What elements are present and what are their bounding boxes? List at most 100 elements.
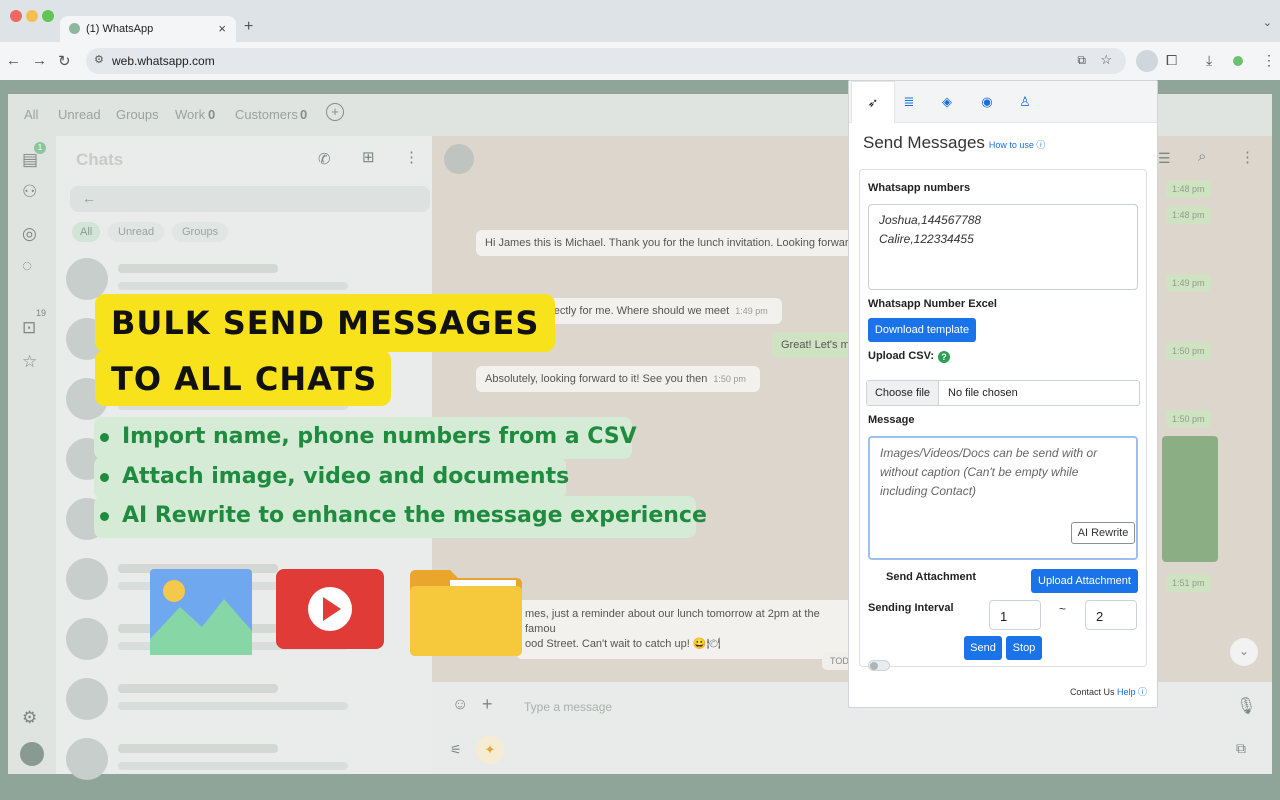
forward-icon[interactable]: → (32, 52, 47, 69)
reload-icon[interactable]: ↻ (58, 52, 71, 70)
audio-icon[interactable]: ◈ (925, 81, 969, 123)
ai-sparkle-icon[interactable]: ✦ (476, 736, 504, 764)
list-item[interactable] (66, 734, 422, 784)
chats-icon[interactable]: ▤ (22, 150, 38, 170)
attach-icon[interactable]: + (482, 694, 493, 715)
numbers-textarea[interactable]: Joshua,144567788 Calire,122334455 (868, 204, 1138, 290)
extension-active-icon[interactable] (1136, 50, 1158, 72)
feature-item: Import name, phone numbers from a CSV (94, 417, 637, 459)
download-icon[interactable]: ⤓ (1206, 52, 1212, 69)
settings-icon[interactable]: ⚙ (22, 708, 37, 728)
upload-attachment-button[interactable]: Upload Attachment (1031, 569, 1138, 593)
list-item[interactable] (66, 674, 422, 724)
address-bar[interactable]: ⚙ web.whatsapp.com ⧉ ☆ (86, 48, 1126, 74)
contact-us-link[interactable]: Contact Us (1070, 687, 1115, 697)
filter-work[interactable]: Work (175, 107, 205, 122)
interval-from-input[interactable]: 1 (989, 600, 1041, 630)
tab-list-icon[interactable]: ⌄ (1263, 16, 1272, 29)
message-text: Great! Let's m (781, 339, 850, 351)
send-form: Whatsapp numbers Joshua,144567788 Calire… (859, 169, 1147, 671)
video-file-icon (276, 569, 384, 649)
more-options-icon[interactable]: ⋮ (1240, 148, 1255, 166)
download-template-button[interactable]: Download template (868, 318, 976, 342)
send-attachment-toggle[interactable] (868, 660, 890, 671)
message-label: Message (868, 414, 915, 426)
interval-to-input[interactable]: 2 (1085, 600, 1137, 630)
communities-icon[interactable]: ⚇ (22, 182, 37, 202)
microphone-icon[interactable]: 🎙 (1236, 696, 1256, 716)
filter-all[interactable]: All (24, 107, 38, 122)
folder-icon (410, 570, 522, 656)
unread-badge: 1 (34, 142, 46, 154)
chip-all[interactable]: All (72, 222, 101, 242)
scroll-down-button[interactable]: ⌄ (1230, 638, 1258, 666)
message-text: rfectly for me. Where should we meet (547, 305, 730, 317)
filter-customers[interactable]: Customers (235, 107, 298, 122)
formatting-icon[interactable]: ⚟ (450, 742, 462, 758)
tab-title: (1) WhatsApp (86, 23, 154, 35)
message-bubble: Absolutely, looking forward to it! See y… (476, 366, 760, 392)
message-bubble: Hi James this is Michael. Thank you for … (476, 230, 860, 256)
help-icon[interactable]: ? (938, 351, 950, 363)
maximize-window-icon[interactable] (42, 10, 54, 22)
message-time: 1:48 pm (1166, 206, 1211, 224)
promo-headline-line-2: TO ALL CHATS (95, 350, 391, 406)
promo-headline-text: TO ALL CHATS (111, 360, 378, 398)
feature-item: Attach image, video and documents (94, 457, 569, 499)
archive-icon[interactable]: ⊡ (22, 318, 36, 338)
choose-file-button[interactable]: Choose file (867, 381, 939, 405)
message-time: 1:50 pm (1166, 410, 1211, 428)
filter-customers-count: 0 (300, 107, 308, 122)
site-settings-icon[interactable]: ⚙ (94, 53, 104, 66)
send-button[interactable]: Send (964, 636, 1002, 660)
back-icon[interactable]: ← (6, 52, 21, 69)
starred-icon[interactable]: ☆ (22, 352, 37, 372)
add-filter-button[interactable]: + (326, 103, 344, 121)
sticker-image[interactable] (1162, 436, 1218, 562)
extension-title: Send Messages How to use ⓘ (863, 133, 1045, 153)
new-tab-button[interactable]: + (244, 18, 253, 36)
message-input[interactable]: Type a message (524, 700, 612, 714)
chip-unread[interactable]: Unread (108, 222, 165, 242)
file-status: No file chosen (948, 387, 1018, 399)
new-call-icon[interactable]: ✆ (318, 150, 331, 168)
copy-icon[interactable]: ⧉ (1236, 740, 1246, 757)
filter-groups[interactable]: Groups (116, 107, 159, 122)
status-icon[interactable]: ◎ (22, 224, 37, 244)
csv-file-input[interactable]: Choose file No file chosen (866, 380, 1140, 406)
search-icon[interactable]: ⌕ (1198, 148, 1206, 165)
channels-icon[interactable]: ◌ (22, 256, 32, 276)
back-arrow-icon[interactable]: ← (82, 190, 96, 206)
profile-icon[interactable] (1233, 56, 1243, 66)
emoji-icon[interactable]: ☺ (452, 696, 468, 714)
tab-close-icon[interactable]: × (218, 21, 226, 36)
close-window-icon[interactable] (10, 10, 22, 22)
browser-toolbar: ← → ↻ ⚙ web.whatsapp.com ⧉ ☆ ⧠ ⤓ ⋮ (0, 42, 1280, 80)
filter-unread[interactable]: Unread (58, 107, 101, 122)
user-icon[interactable]: ♙ (1003, 81, 1047, 123)
avatar[interactable] (20, 742, 44, 766)
message-time: 1:49 pm (735, 306, 768, 316)
message-time: 1:50 pm (713, 374, 746, 384)
ai-rewrite-button[interactable]: AI Rewrite (1071, 522, 1135, 544)
browser-tab[interactable]: (1) WhatsApp × (60, 16, 236, 42)
search-input[interactable]: ← (70, 186, 430, 212)
more-options-icon[interactable]: ⋮ (404, 148, 419, 166)
menu-icon[interactable]: ⋮ (1262, 52, 1276, 69)
how-to-use-link[interactable]: How to use ⓘ (989, 140, 1046, 150)
extension-panel: ➶ ≣ ◈ ◉ ♙ Send Messages How to use ⓘ What… (848, 80, 1158, 708)
chats-title: Chats (76, 150, 124, 169)
left-rail: ▤ 1 ⚇ ◎ ◌ 19 ⊡ ☆ ⚙ (8, 136, 56, 774)
help-link[interactable]: Help ⓘ (1117, 687, 1147, 697)
install-icon[interactable]: ⧉ (1077, 53, 1086, 68)
puzzle-icon[interactable]: ⧠ (1166, 52, 1177, 69)
contact-avatar[interactable] (444, 144, 474, 174)
stop-button[interactable]: Stop (1006, 636, 1042, 660)
star-icon[interactable]: ☆ (1100, 52, 1112, 68)
minimize-window-icon[interactable] (26, 10, 38, 22)
chip-groups[interactable]: Groups (172, 222, 229, 242)
extension-tabs: ➶ ≣ ◈ ◉ ♙ (849, 81, 1157, 123)
new-chat-icon[interactable]: ⊞ (362, 148, 375, 166)
message-bubble: mes, just a reminder about our lunch tom… (516, 600, 856, 659)
contact-info-icon[interactable]: ☰ (1158, 150, 1171, 167)
